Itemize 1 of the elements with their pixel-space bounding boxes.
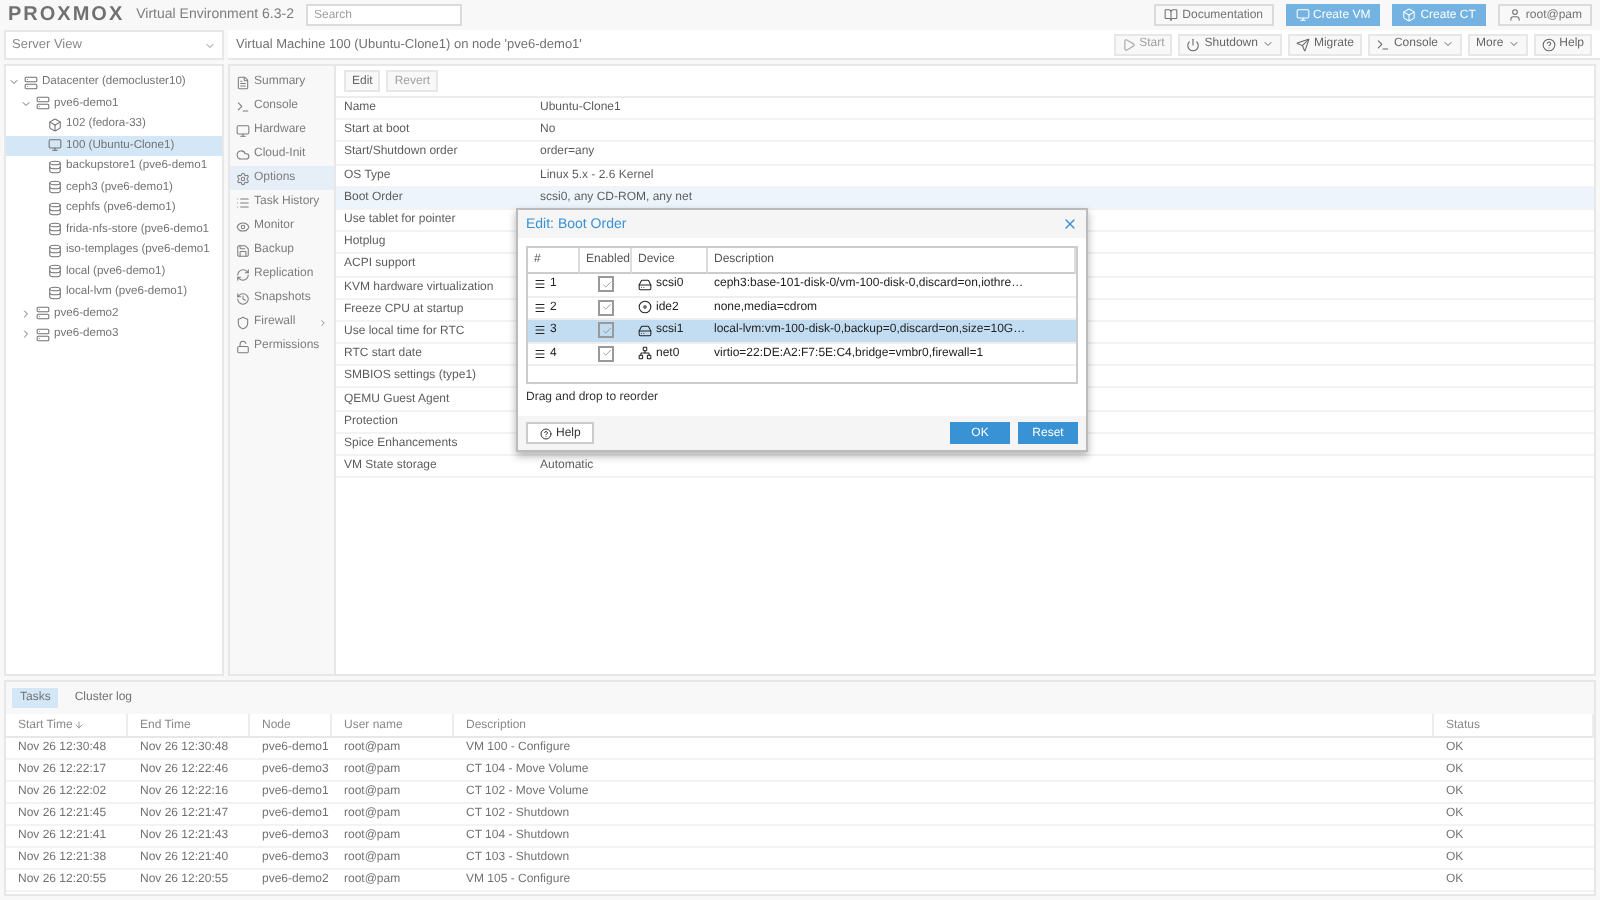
logo: PROXMOX [8,4,125,26]
